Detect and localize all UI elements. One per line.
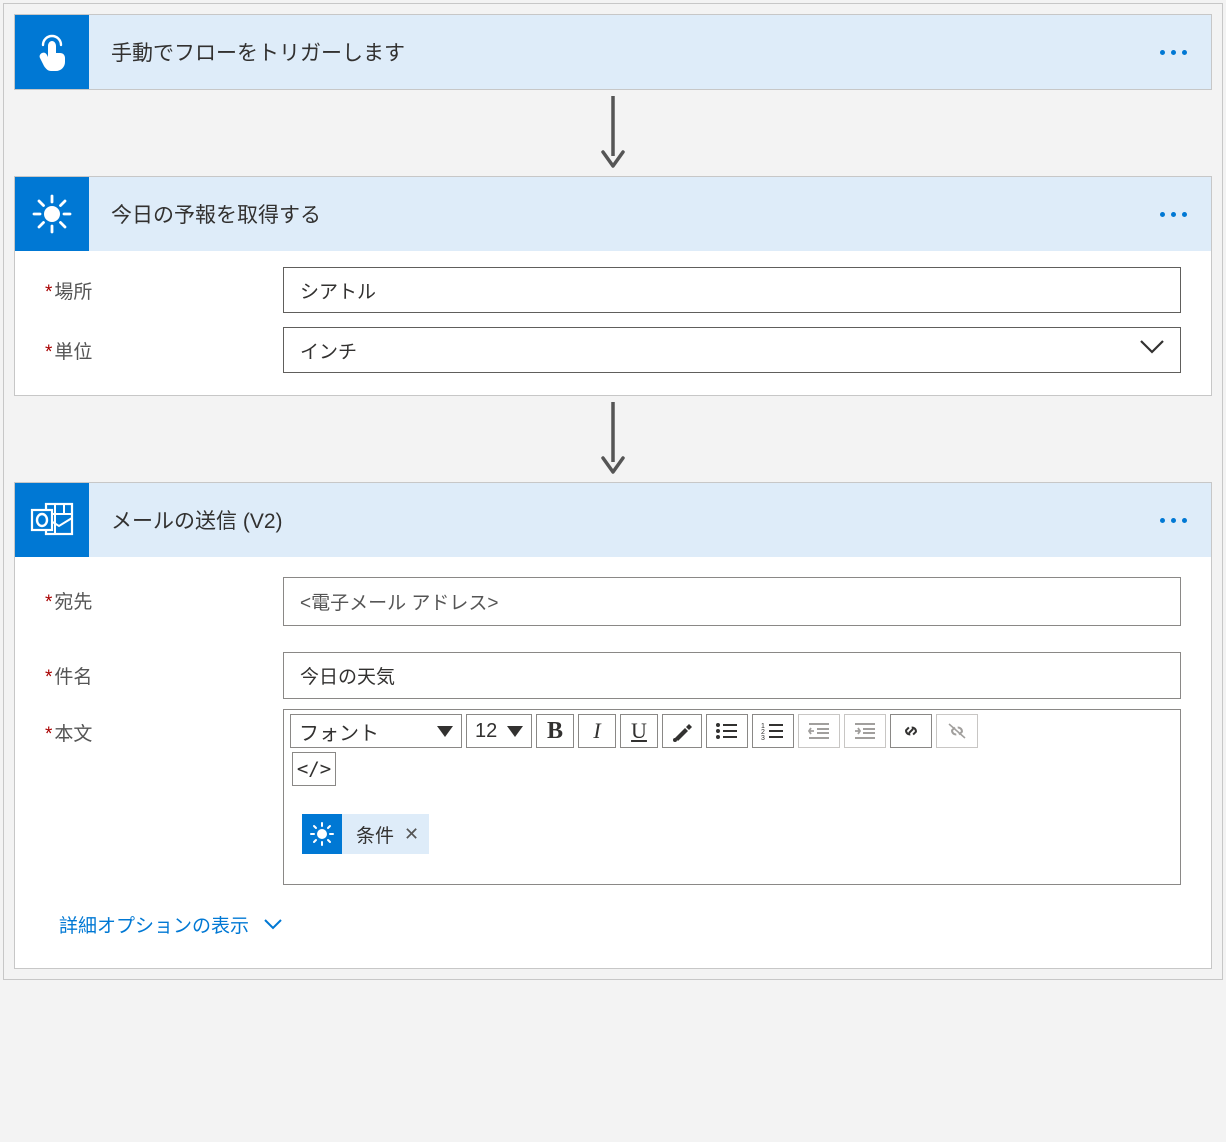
code-view-button[interactable]: </> [292,752,336,786]
token-remove-button[interactable]: ✕ [404,824,419,845]
svg-text:3: 3 [761,735,765,741]
body-row: *本文 フォント 12 B I U [45,709,1181,885]
unit-row: *単位 [45,327,1181,373]
body-label: *本文 [45,709,283,746]
font-size-select[interactable]: 12 [466,714,532,748]
outlook-icon [15,483,89,557]
subject-row: *件名 今日の天気 [45,652,1181,699]
email-header[interactable]: メールの送信 (V2) [15,483,1211,557]
subject-input[interactable]: 今日の天気 [283,652,1181,699]
unit-label: *単位 [45,337,283,364]
italic-button[interactable]: I [578,714,616,748]
forecast-title: 今日の予報を取得する [89,199,1160,229]
email-menu-button[interactable] [1160,518,1211,523]
location-label: *場所 [45,277,283,304]
email-title: メールの送信 (V2) [89,505,1160,535]
forecast-body: *場所 *単位 [15,251,1211,395]
email-card: メールの送信 (V2) *宛先 <電子メール アドレス> *件名 今日の天気 *… [14,482,1212,969]
dynamic-token-condition[interactable]: 条件 ✕ [302,814,429,854]
forecast-header[interactable]: 今日の予報を取得する [15,177,1211,251]
forecast-card: 今日の予報を取得する *場所 *単位 [14,176,1212,396]
rte-toolbar: フォント 12 B I U [284,710,1180,790]
color-picker-button[interactable] [662,714,702,748]
chevron-down-icon [263,918,283,931]
bullet-list-button[interactable] [706,714,748,748]
token-label: 条件 [356,821,394,848]
location-row: *場所 [45,267,1181,313]
email-body: *宛先 <電子メール アドレス> *件名 今日の天気 *本文 フォン [15,557,1211,968]
link-button[interactable] [890,714,932,748]
outdent-button[interactable] [798,714,840,748]
to-row: *宛先 <電子メール アドレス> [45,577,1181,626]
trigger-menu-button[interactable] [1160,50,1211,55]
sun-icon [15,177,89,251]
to-input[interactable]: <電子メール アドレス> [283,577,1181,626]
unit-select[interactable] [283,327,1181,373]
sun-icon [302,814,342,854]
trigger-title: 手動でフローをトリガーします [89,37,1160,67]
forecast-menu-button[interactable] [1160,212,1211,217]
flow-canvas: 手動でフローをトリガーします [3,3,1223,980]
subject-label: *件名 [45,652,283,689]
underline-button[interactable]: U [620,714,658,748]
connector-arrow [14,90,1212,176]
touch-icon [15,15,89,89]
rte-content[interactable]: 条件 ✕ [284,790,1180,884]
to-label: *宛先 [45,577,283,614]
numbered-list-button[interactable]: 123 [752,714,794,748]
unlink-button[interactable] [936,714,978,748]
connector-arrow [14,396,1212,482]
bold-button[interactable]: B [536,714,574,748]
show-advanced-options[interactable]: 詳細オプションの表示 [45,903,1181,948]
indent-button[interactable] [844,714,886,748]
trigger-card: 手動でフローをトリガーします [14,14,1212,90]
location-input[interactable] [283,267,1181,313]
trigger-header[interactable]: 手動でフローをトリガーします [15,15,1211,89]
rich-text-editor: フォント 12 B I U [283,709,1181,885]
font-select[interactable]: フォント [290,714,462,748]
